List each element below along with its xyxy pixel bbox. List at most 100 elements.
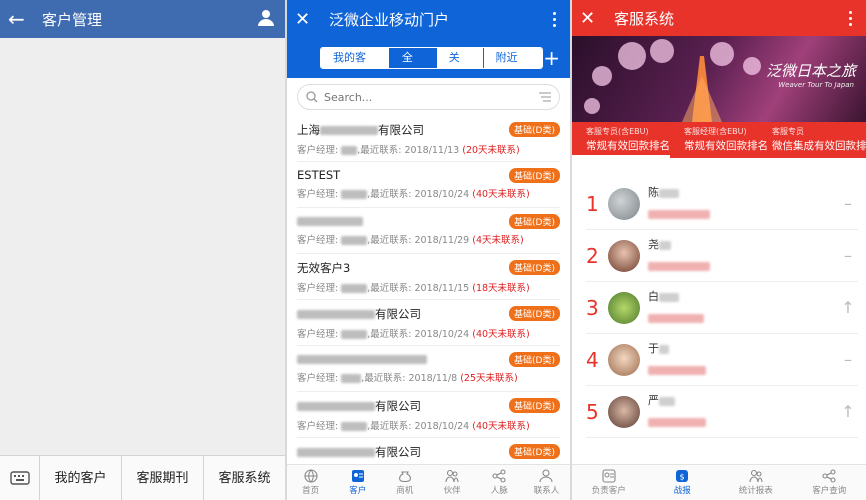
rank-name: 于 — [648, 340, 838, 356]
tab-rank-specialist[interactable]: 客服专员(含EBU) 常规有效回款排名 — [572, 122, 670, 158]
nav-label: 战报 — [673, 486, 691, 496]
tab-rank-manager[interactable]: 客服经理(含EBU) 常规有效回款排名 — [670, 122, 768, 158]
list-item[interactable]: ESTEST 客户经理: ,最近联系: 2018/10/24 (40天未联系) … — [297, 162, 560, 208]
banner-subtitle: Weaver Tour To Japan — [778, 81, 854, 89]
rank-number: 4 — [586, 347, 599, 372]
tab-sub: 客服经理(含EBU) — [684, 127, 747, 136]
back-arrow-icon[interactable]: ← — [8, 7, 36, 31]
partners-icon — [445, 469, 459, 483]
search-input[interactable] — [324, 90, 533, 104]
list-item[interactable]: 上海 有限公司 客户经理: ,最近联系: 2018/11/13 (20天未联系) … — [297, 116, 560, 162]
menu-service-system[interactable]: 客服系统 — [204, 456, 285, 500]
nav-battle-report[interactable]: $ 战报 — [646, 465, 720, 500]
person-icon[interactable] — [257, 9, 277, 29]
rank-amount — [648, 308, 838, 327]
name-suffix: 有限公司 — [375, 445, 421, 459]
rank-name: 严 — [648, 392, 838, 408]
rank-amount — [648, 412, 838, 431]
trend-up-icon: ↑ — [841, 402, 855, 421]
banner-image[interactable]: 泛微日本之旅 Weaver Tour To Japan — [572, 36, 866, 122]
status-badge: 基础(D类) — [509, 444, 560, 459]
trend-flat-icon: – — [844, 246, 852, 265]
rank-name: 白 — [648, 288, 838, 304]
customer-meta: 客户经理: ,最近联系: 2018/11/29 (4天未联系) — [297, 232, 560, 246]
nav-network[interactable]: 人脉 — [476, 465, 523, 500]
page-title: 客服系统 — [614, 9, 675, 28]
name-suffix: 有限公司 — [375, 399, 421, 413]
status-badge: 基础(D类) — [509, 122, 560, 137]
list-item[interactable]: 有限公司 客户经理: ,最近联系: 2018/10/24 (40天未联系) 基础… — [297, 392, 560, 438]
last-contact: ,最近联系: 2018/10/24 — [367, 421, 473, 432]
list-item[interactable]: 有限公司 客户经理: ,最近联系: 2018/10/24 (40天未联系) 基础… — [297, 300, 560, 346]
search-box — [297, 84, 560, 110]
last-contact: ,最近联系: 2018/11/29 — [367, 235, 473, 246]
nav-opportunities[interactable]: 商机 — [381, 465, 428, 500]
more-menu-icon[interactable] — [546, 11, 562, 27]
keyboard-icon[interactable] — [0, 456, 40, 500]
nav-label: 伙伴 — [443, 486, 461, 496]
contact-card-icon — [351, 470, 364, 482]
filter-list-icon[interactable] — [539, 92, 551, 102]
ranking-row[interactable]: 4 于 – — [586, 334, 858, 386]
rank-info: 白 — [648, 288, 838, 327]
tab-follow[interactable]: 关注 — [436, 48, 484, 68]
nav-statistics[interactable]: 统计报表 — [719, 465, 793, 500]
more-menu-icon[interactable] — [842, 10, 858, 26]
overdue-text: (25天未联系) — [460, 373, 518, 384]
rank-number: 5 — [586, 399, 599, 424]
tab-rank-wechat[interactable]: 客服专员 微信集成有效回款排名 — [768, 122, 866, 158]
menu-service-journal[interactable]: 客服期刊 — [122, 455, 204, 500]
partners-icon — [749, 469, 763, 483]
nav-partners[interactable]: 伙伴 — [429, 465, 476, 500]
rank-surname: 严 — [648, 394, 659, 407]
rank-name: 陈 — [648, 184, 838, 200]
list-item[interactable]: 客户经理: ,最近联系: 2018/11/29 (4天未联系) 基础(D类) — [297, 208, 560, 254]
overdue-text: (18天未联系) — [472, 283, 530, 294]
nav-customers[interactable]: 客户 — [334, 465, 381, 500]
globe-icon — [304, 469, 318, 483]
ranking-row[interactable]: 3 白 ↑ — [586, 282, 858, 334]
nav-home[interactable]: 首页 — [287, 465, 334, 500]
tab-my-customers[interactable]: 我的客户 — [321, 48, 390, 68]
manager-label: 客户经理: — [297, 189, 342, 200]
rank-amount — [648, 360, 838, 379]
overdue-text: (20天未联系) — [462, 145, 520, 156]
manager-label: 客户经理: — [297, 145, 342, 156]
person-icon — [539, 469, 553, 483]
name-prefix: 上海 — [297, 123, 320, 137]
manager-label: 客户经理: — [297, 421, 342, 432]
close-icon[interactable]: ✕ — [580, 8, 608, 29]
share-icon — [822, 469, 836, 483]
nav-customer-query[interactable]: 客户查询 — [793, 465, 866, 500]
rank-info: 严 — [648, 392, 838, 431]
nav-contacts[interactable]: 联系人 — [523, 465, 570, 500]
nav-my-customers[interactable]: 负责客户 — [572, 465, 646, 500]
status-badge: 基础(D类) — [509, 352, 560, 367]
tab-nearby[interactable]: 附近 ⌄ — [483, 48, 543, 68]
add-icon[interactable]: + — [543, 46, 560, 70]
rank-amount — [648, 256, 838, 275]
list-item[interactable]: 客户经理: ,最近联系: 2018/11/8 (25天未联系) 基础(D类) — [297, 346, 560, 392]
rank-number: 3 — [586, 295, 599, 320]
last-contact: ,最近联系: 2018/11/8 — [361, 373, 461, 384]
tab-main: 常规有效回款排名 — [684, 140, 768, 152]
tab-sub: 客服专员(含EBU) — [586, 127, 649, 136]
tab-all[interactable]: 全部 — [389, 48, 437, 68]
rank-surname: 于 — [648, 342, 659, 355]
customer-meta: 客户经理: ,最近联系: 2018/10/24 (40天未联系) — [297, 418, 560, 432]
tab-nearby-label: 附近 — [495, 51, 518, 64]
manager-label: 客户经理: — [297, 373, 342, 384]
list-item[interactable]: 无效客户3 客户经理: ,最近联系: 2018/11/15 (18天未联系) 基… — [297, 254, 560, 300]
page-title: 客户管理 — [42, 10, 103, 29]
menu-my-customers[interactable]: 我的客户 — [40, 455, 122, 500]
ranking-row[interactable]: 2 尧 – — [586, 230, 858, 282]
rank-number: 1 — [586, 191, 599, 216]
ranking-row[interactable]: 5 严 ↑ — [586, 386, 858, 438]
close-icon[interactable]: ✕ — [295, 9, 323, 30]
ranking-row[interactable]: 1 陈 – — [586, 178, 858, 230]
bottom-nav: 负责客户 $ 战报 统计报表 客户查询 — [572, 464, 866, 500]
bottom-menu: 我的客户 客服期刊 客服系统 — [0, 455, 285, 500]
screen-enterprise-portal: ✕ 泛微企业移动门户 我的客户 全部 关注 附近 ⌄ + 上海有限公司 客户经理… — [287, 0, 570, 500]
avatar — [608, 343, 640, 376]
search-bar — [287, 78, 570, 116]
